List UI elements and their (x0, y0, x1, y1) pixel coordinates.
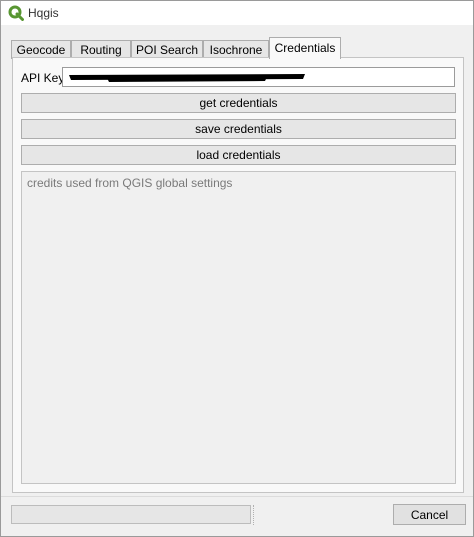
splitter-grip[interactable] (253, 505, 257, 525)
get-credentials-button[interactable]: get credentials (21, 93, 456, 113)
api-key-input[interactable] (62, 67, 455, 87)
tab-credentials[interactable]: Credentials (269, 37, 341, 59)
credentials-log[interactable]: credits used from QGIS global settings (21, 171, 456, 484)
save-credentials-button[interactable]: save credentials (21, 119, 456, 139)
title-bar[interactable]: Hqgis (1, 1, 473, 25)
progress-bar (11, 505, 251, 524)
cancel-button[interactable]: Cancel (393, 504, 466, 525)
log-text: credits used from QGIS global settings (27, 176, 233, 190)
window-title: Hqgis (28, 6, 59, 20)
qgis-logo-icon (8, 5, 24, 21)
main-window: Hqgis Geocode Routing POI Search Isochro… (0, 0, 474, 537)
load-credentials-button[interactable]: load credentials (21, 145, 456, 165)
api-key-label: API Key (21, 71, 65, 85)
footer-divider (1, 496, 473, 497)
